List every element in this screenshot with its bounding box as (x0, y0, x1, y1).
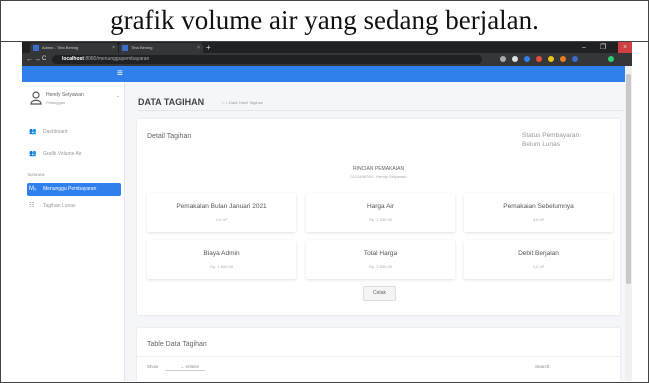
tab-close-icon[interactable]: × (112, 43, 115, 53)
browser-tab-admin[interactable]: Admin - Tirta Bening × (30, 43, 118, 53)
sidebar-item-tagihan-lunas[interactable]: ☷ Tagihan Lunas (27, 200, 121, 213)
sidebar: Hendy Setyawan Pelanggan ⌄ 👥 Dashboard 👥… (22, 82, 125, 381)
payment-status: Status Pembayaran: Belum Lunas (522, 132, 581, 148)
address-bar-row: ← → C localhost:8080/menunggupembayaran (22, 53, 632, 66)
stat-label: Pemakaian Sebelumnya (503, 203, 574, 210)
browser-window: Admin - Tirta Bening × Tirta Bening × + … (22, 42, 632, 381)
forward-icon[interactable]: → (34, 53, 41, 66)
url-host: localhost (62, 56, 84, 62)
stat-label: Pemakalan Bulan Januari 2021 (176, 203, 267, 210)
tab-bar: Admin - Tirta Bening × Tirta Bening × + … (22, 42, 632, 53)
stat-box-pemakaian: Pemakalan Bulan Januari 2021 1,0 m³ (147, 193, 296, 232)
tab-title: Admin - Tirta Bening (42, 45, 79, 50)
entries-select[interactable]: ⌄ entries (165, 362, 205, 371)
browser-tab-site[interactable]: Tirta Bening × (119, 43, 203, 53)
bookmark-star-icon[interactable] (500, 56, 506, 62)
show-label: Show (147, 364, 159, 369)
page-title: DATA TAGIHAN (138, 97, 205, 107)
sidebar-item-label: Tagihan Lunas (43, 203, 76, 209)
card-title: Detail Tagihan (147, 133, 192, 140)
stat-value: Rp. 1.500,00 (210, 264, 233, 269)
profile-avatar-icon[interactable] (608, 56, 614, 62)
favicon-icon (122, 45, 128, 51)
window-close-icon[interactable]: × (618, 42, 632, 53)
stat-label: Biaya Admin (203, 250, 240, 257)
card-title: Table Data Tagihan (147, 341, 207, 348)
maximize-icon[interactable]: ❐ (600, 42, 606, 53)
chevron-down-icon[interactable]: ⌄ (116, 93, 120, 99)
cetak-button[interactable]: Cetak (363, 286, 396, 301)
main-content: DATA TAGIHAN ⌂ > Data Tabel Tagihan Deta… (125, 82, 625, 381)
extension-icon[interactable] (536, 56, 542, 62)
stat-label: Harga Air (366, 203, 395, 210)
users-icon: 👥 (29, 151, 37, 157)
table-data-card: Table Data Tagihan Show ⌄ entries Search… (137, 328, 620, 381)
stat-value: Rp. 1.000,00 (369, 217, 392, 222)
user-panel[interactable]: Hendy Setyawan Pelanggan ⌄ (30, 90, 120, 112)
top-navbar: ≡ (22, 66, 632, 82)
minimize-icon[interactable]: – (582, 42, 586, 53)
new-tab-icon[interactable]: + (206, 43, 211, 52)
extension-icon[interactable] (512, 56, 518, 62)
breadcrumb[interactable]: ⌂ > Data Tabel Tagihan (222, 100, 263, 105)
page-scrollbar[interactable] (625, 66, 632, 381)
sidebar-item-label: Grafik Volume Air (43, 151, 82, 157)
stat-box-harga-air: Harga Air Rp. 1.000,00 (306, 193, 455, 232)
stat-value: Rp. 2.500,00 (369, 264, 392, 269)
stat-value: 1,0 m³ (215, 217, 228, 222)
scrollbar-thumb[interactable] (626, 74, 631, 284)
extension-icon[interactable] (548, 56, 554, 62)
sidebar-item-menunggu-pembayaran[interactable]: M₀ Menunggu Pembayaran (27, 183, 121, 196)
stat-label: Total Harga (363, 250, 398, 257)
stat-box-pemakaian-sebelumnya: Pemakaian Sebelumnya 3,0 m³ (464, 193, 613, 232)
tab-close-icon[interactable]: × (197, 43, 200, 53)
detail-tagihan-card: Detail Tagihan Status Pembayaran: Belum … (137, 119, 620, 315)
url-input[interactable]: localhost:8080/menunggupembayaran (52, 55, 482, 64)
figure-caption: grafik volume air yang sedang berjalan. (0, 0, 649, 42)
stat-box-biaya-admin: Biaya Admin Rp. 1.500,00 (147, 240, 296, 279)
rincian-title: RINCIAN PEMAKAIAN (352, 166, 405, 172)
extension-icon[interactable] (572, 56, 578, 62)
tab-title: Tirta Bening (131, 45, 153, 50)
list-icon: ☷ (29, 203, 35, 209)
back-icon[interactable]: ← (26, 53, 33, 66)
stat-label: Debit Berjalan (518, 250, 559, 257)
sidebar-item-label: Dashboard (43, 129, 68, 135)
stat-box-total-harga: Total Harga Rp. 2.500,00 (306, 240, 455, 279)
sidebar-item-label: Menunggu Pembayaran (43, 186, 97, 192)
extension-icon[interactable] (524, 56, 530, 62)
extension-icon[interactable] (560, 56, 566, 62)
url-path: :8080/menunggupembayaran (83, 56, 150, 62)
sidebar-item-dashboard[interactable]: 👥 Dashboard (27, 126, 121, 139)
hamburger-menu-icon[interactable]: ≡ (117, 68, 123, 80)
rincian-subtitle: 0123456789 - Hendy Setyawan (350, 174, 407, 179)
reload-icon[interactable]: C (42, 53, 46, 66)
sidebar-item-grafik[interactable]: 👥 Grafik Volume Air (27, 148, 121, 161)
stat-value: 1,0 m³ (532, 264, 545, 269)
stat-value: 3,0 m³ (532, 217, 545, 222)
users-icon: 👥 (29, 129, 37, 135)
user-avatar-icon (30, 91, 42, 105)
search-label: Search: (535, 364, 551, 369)
stat-box-debit-berjalan: Debit Berjalan 1,0 m³ (464, 240, 613, 279)
favicon-icon (33, 45, 39, 51)
user-name: Hendy Setyawan (46, 92, 84, 98)
card-divider (137, 356, 620, 357)
title-divider (138, 110, 623, 111)
sidebar-section-tagihan: TAGIHAN (27, 172, 45, 177)
user-role: Pelanggan (46, 100, 66, 105)
payment-icon: M₀ (29, 186, 37, 192)
